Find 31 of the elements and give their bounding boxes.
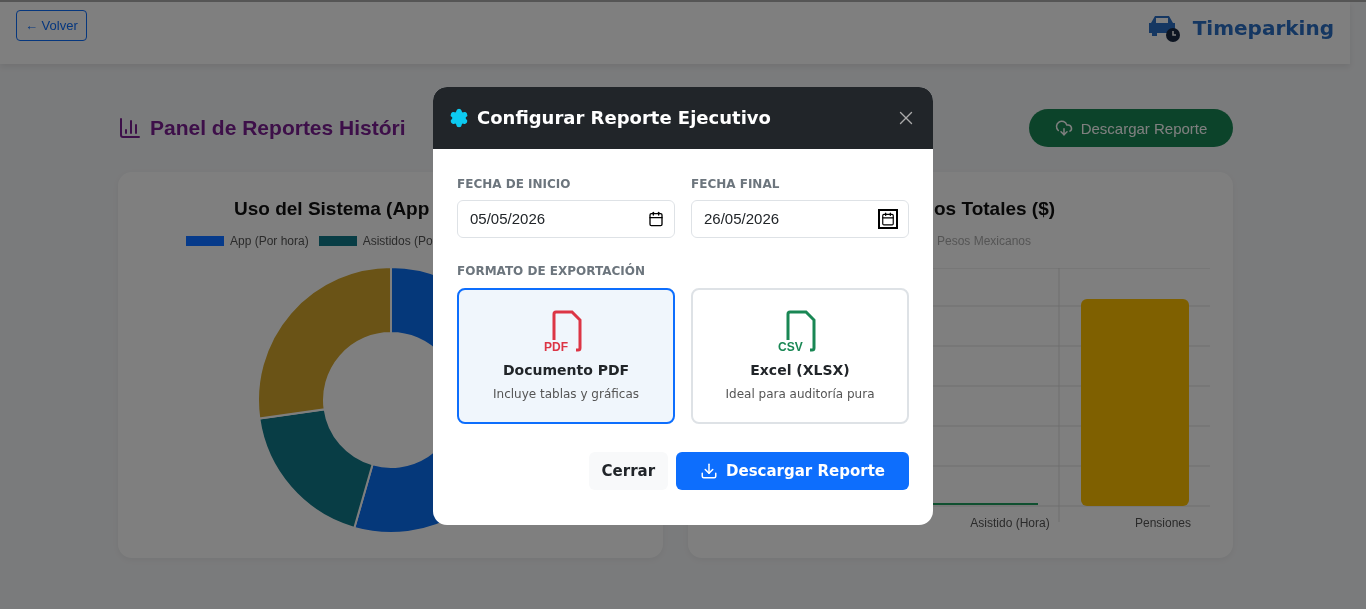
calendar-icon[interactable] bbox=[648, 210, 664, 227]
cloud-download-icon bbox=[1054, 119, 1073, 137]
file-type-label: CSV bbox=[778, 340, 803, 353]
download-button[interactable]: Descargar Reporte bbox=[676, 451, 909, 490]
axis-label: Asistido (Hora) bbox=[970, 516, 1050, 530]
legend-label: App (Por hora) bbox=[230, 234, 309, 248]
date-field[interactable]: 26/05/2026 bbox=[691, 199, 909, 238]
option-title: Documento PDF bbox=[502, 361, 630, 378]
car-clock-icon bbox=[1146, 13, 1181, 43]
section-label: FORMATO DE EXPORTACIÓN bbox=[457, 263, 647, 278]
brand-name: Timeparking bbox=[1192, 16, 1334, 40]
file-type-label: PDF bbox=[544, 340, 568, 353]
field-label: FECHA FINAL bbox=[691, 176, 781, 191]
chart-title: Uso del Sistema (App bbox=[234, 198, 430, 220]
axis-label: Pensiones bbox=[1135, 516, 1191, 530]
download-icon bbox=[700, 461, 719, 480]
date-field[interactable]: 05/05/2026 bbox=[457, 199, 675, 238]
page-title: Panel de Reportes Históri bbox=[150, 116, 406, 140]
option-description: Incluye tablas y gráficas bbox=[493, 386, 639, 401]
close-dialog-button[interactable]: Cerrar bbox=[588, 451, 669, 490]
option-title: Excel (XLSX) bbox=[750, 361, 850, 378]
option-description: Ideal para auditoría pura bbox=[725, 386, 875, 401]
calendar-icon[interactable] bbox=[878, 208, 898, 229]
format-option[interactable]: PDF Documento PDF Incluye tablas y gráficas bbox=[457, 287, 675, 424]
chart-title: os Totales ($) bbox=[934, 198, 1056, 220]
bar-chart-icon bbox=[118, 116, 142, 140]
field-label: FECHA DE INICIO bbox=[457, 176, 572, 191]
dialog-title: Configurar Reporte Ejecutivo bbox=[477, 107, 771, 128]
settings-icon bbox=[449, 107, 469, 128]
legend-label: Asistidos (Po bbox=[362, 234, 433, 248]
format-option[interactable]: CSV Excel (XLSX) Ideal para auditoría pura bbox=[691, 287, 909, 424]
